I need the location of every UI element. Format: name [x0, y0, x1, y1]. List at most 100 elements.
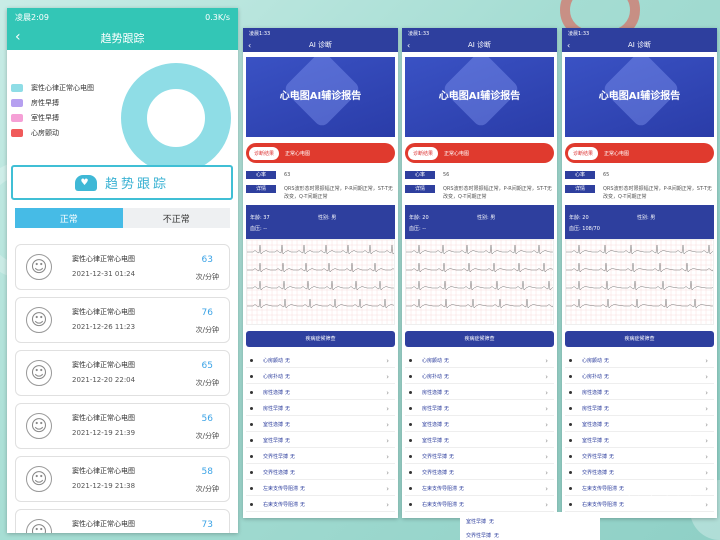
back-icon[interactable]: ‹ — [15, 30, 21, 44]
legend-swatch — [11, 98, 23, 107]
status-net: 0.3K/s — [205, 12, 230, 22]
screen-item-name: 房性逸搏 — [263, 390, 284, 396]
screen-item-name: 交界性逸搏 — [263, 470, 289, 476]
screen-item-name: 交界性逸搏 — [582, 470, 608, 476]
screen-item[interactable]: 交界性逸搏无 › — [565, 466, 714, 480]
back-icon[interactable]: ‹ — [567, 41, 570, 50]
screen-item[interactable]: 右束支传导阻滞无 › — [246, 498, 395, 512]
screen-header: 疾病症候筛查 — [565, 331, 714, 347]
chevron-right-icon: › — [386, 500, 389, 509]
sex: 性别: 男 — [318, 215, 337, 221]
screen-item-answer: 无 — [604, 358, 610, 364]
record-card[interactable]: ☺ 窦性心律正常心电图 2021-12-31 01:24 63 次/分钟 — [15, 244, 230, 290]
screen-item[interactable]: 房性逸搏无 › — [246, 386, 395, 400]
screen-item[interactable]: 房性早搏无 › — [565, 402, 714, 416]
screen-item[interactable]: 心房扑动无 › — [246, 370, 395, 384]
chevron-right-icon: › — [705, 468, 708, 477]
trend-button[interactable]: ♥ 趋势跟踪 — [11, 165, 233, 200]
bullet-icon — [409, 423, 412, 426]
tab-abnormal[interactable]: 不正常 — [122, 208, 230, 228]
patient-box: 年龄: 20 性别: 男血压: 108/70 — [565, 205, 714, 239]
chevron-right-icon: › — [545, 372, 548, 381]
chevron-right-icon: › — [386, 484, 389, 493]
screen-item[interactable]: 心房扑动无 › — [565, 370, 714, 384]
screen-item[interactable]: 交界性早搏无 › — [565, 450, 714, 464]
record-bpm: 76 — [201, 308, 213, 318]
legend-label: 房性早搏 — [31, 98, 59, 107]
detail-text: QRS波形态时限振幅正常，P-R间期正常，ST-T无改变，Q-T间期正常 — [443, 186, 552, 200]
record-card[interactable]: ☺ 窦性心律正常心电图 2021-12-19 21:38 58 次/分钟 — [15, 456, 230, 502]
screen-item[interactable]: 房性逸搏无 › — [565, 386, 714, 400]
screen-item-answer: 无 — [444, 358, 450, 364]
record-bpm: 56 — [201, 414, 213, 424]
back-icon[interactable]: ‹ — [248, 41, 251, 50]
screen-item[interactable]: 心房扑动无 › — [405, 370, 554, 384]
legend-swatch — [11, 113, 23, 122]
screen-item-answer: 无 — [444, 438, 450, 444]
screen-item-answer: 无 — [444, 406, 450, 412]
status-time: 凌晨1:33 — [408, 30, 430, 37]
status-bar: 凌晨1:33 — [243, 28, 398, 38]
screen-item[interactable]: 房性逸搏无 › — [405, 386, 554, 400]
bullet-icon — [250, 359, 253, 362]
chevron-right-icon: › — [705, 388, 708, 397]
smiley-icon: ☺ — [26, 307, 52, 333]
record-card[interactable]: ☺ 窦性心律正常心电图 2021-12-20 22:04 65 次/分钟 — [15, 350, 230, 396]
screen-item[interactable]: 房性早搏无 › — [405, 402, 554, 416]
screen-item[interactable]: 心房颤动无 › — [246, 354, 395, 368]
legend-label: 心房颤动 — [31, 128, 59, 137]
banner-title: 心电图AI辅诊报告 — [598, 91, 681, 102]
hr-label: 心率 — [405, 171, 435, 179]
screen-item-name: 室性逸搏 — [422, 422, 443, 428]
patient-box: 年龄: 20 性别: 男血压: -- — [405, 205, 554, 239]
screen-item[interactable]: 左束支传导阻滞无 › — [405, 482, 554, 496]
screen-item[interactable]: 心房颤动无 › — [405, 354, 554, 368]
tab-normal[interactable]: 正常 — [15, 208, 123, 228]
diagnosis-result: 正常心电图 — [604, 150, 630, 157]
screen-item-answer: 无 — [290, 470, 296, 476]
title-bar: ‹ AI 诊断 — [243, 38, 398, 52]
screen-item-name: 左束支传导阻滞 — [263, 486, 299, 492]
screen-item[interactable]: 交界性早搏无 › — [405, 450, 554, 464]
hr-row: 心率 65 — [565, 171, 714, 179]
patient-box: 年龄: 37 性别: 男血压: -- — [246, 205, 395, 239]
bullet-icon — [409, 439, 412, 442]
bullet-icon — [250, 503, 253, 506]
blood-pressure: 血压: -- — [409, 226, 426, 232]
chevron-right-icon: › — [705, 356, 708, 365]
screen-item[interactable]: 室性逸搏无 › — [405, 418, 554, 432]
screen-item[interactable]: 心房颤动无 › — [565, 354, 714, 368]
screen-item[interactable]: 室性早搏无 › — [246, 434, 395, 448]
screen-item-answer: 无 — [604, 406, 610, 412]
hr-value: 65 — [603, 172, 610, 178]
screen-item[interactable]: 交界性早搏无 › — [246, 450, 395, 464]
screen-item[interactable]: 交界性逸搏无 › — [246, 466, 395, 480]
screen-item[interactable]: 右束支传导阻滞无 › — [405, 498, 554, 512]
ecg-waveform — [565, 239, 717, 324]
record-card[interactable]: ☺窦性心律正常心电图73次/分钟 — [15, 509, 230, 533]
record-unit: 次/分钟 — [195, 485, 219, 493]
screen-item-name: 心房颤动 — [582, 358, 603, 364]
chevron-right-icon: › — [705, 484, 708, 493]
screen-item[interactable]: 室性逸搏无 › — [565, 418, 714, 432]
screen-item-name: 心房颤动 — [422, 358, 443, 364]
screen-item[interactable]: 室性早搏无 › — [565, 434, 714, 448]
title-bar: ‹ AI 诊断 — [562, 38, 717, 52]
screen-item[interactable]: 室性早搏无 › — [405, 434, 554, 448]
screen-item[interactable]: 左束支传导阻滞无 › — [246, 482, 395, 496]
page-title: AI 诊断 — [308, 41, 333, 49]
ecg-waveform — [246, 239, 398, 324]
record-bpm: 65 — [201, 361, 213, 371]
bullet-icon — [409, 359, 412, 362]
screen-item[interactable]: 交界性逸搏无 › — [405, 466, 554, 480]
blood-pressure: 血压: 108/70 — [569, 226, 600, 232]
record-card[interactable]: ☺ 窦性心律正常心电图 2021-12-19 21:39 56 次/分钟 — [15, 403, 230, 449]
screen-item[interactable]: 室性逸搏无 › — [246, 418, 395, 432]
chevron-right-icon: › — [386, 388, 389, 397]
back-icon[interactable]: ‹ — [407, 41, 410, 50]
screen-item-answer: 无 — [619, 486, 625, 492]
record-card[interactable]: ☺ 窦性心律正常心电图 2021-12-26 11:23 76 次/分钟 — [15, 297, 230, 343]
screen-item[interactable]: 房性早搏无 › — [246, 402, 395, 416]
ecg-strip — [565, 239, 717, 325]
screen-item-answer: 无 — [449, 470, 455, 476]
